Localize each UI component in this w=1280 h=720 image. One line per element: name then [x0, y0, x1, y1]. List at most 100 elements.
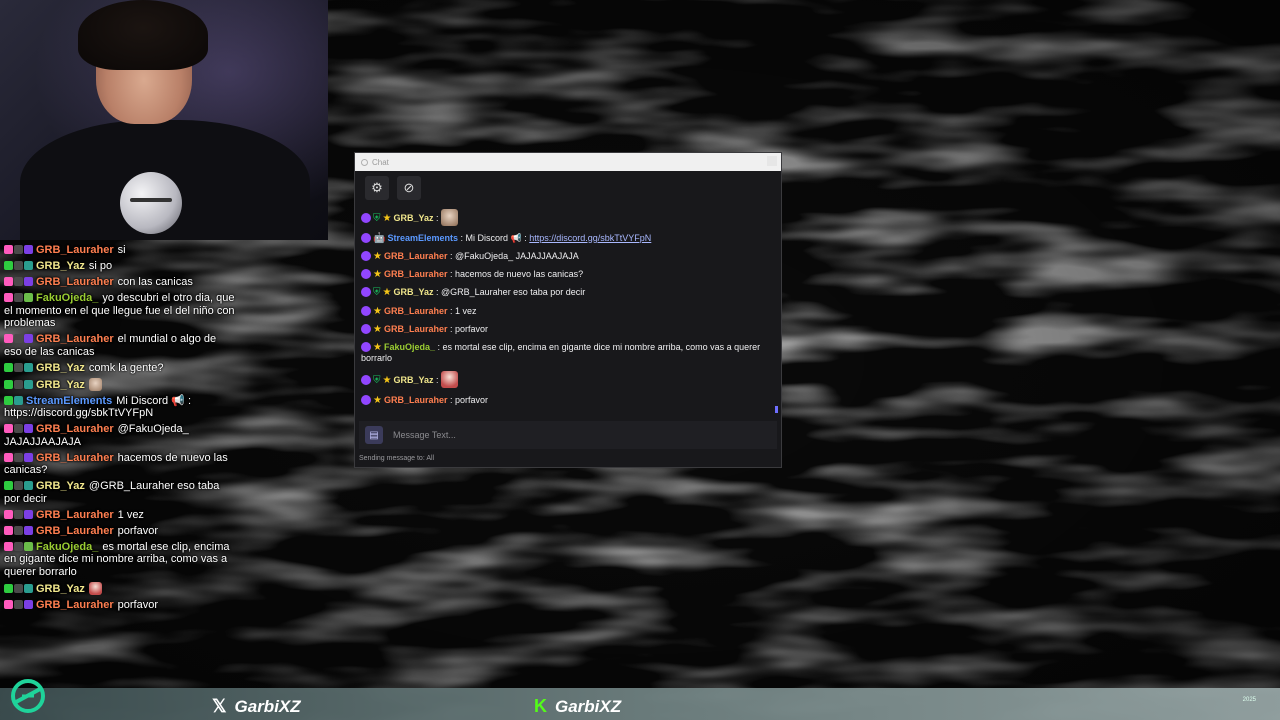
badge-icon [14, 261, 23, 270]
badge-icon [14, 541, 23, 551]
overlay-message-text: si po [88, 260, 113, 272]
overlay-username: GRB_Lauraher [36, 524, 114, 537]
chat-message[interactable]: ★ GRB_Lauraher : porfavor [361, 320, 775, 338]
x-logo-icon: 𝕏 [212, 696, 227, 716]
microphone [120, 172, 182, 234]
chat-separator: : [447, 269, 456, 280]
chat-message[interactable]: ★ GRB_Lauraher : porfavor [361, 392, 775, 410]
message-input-box[interactable]: ▤ [359, 421, 777, 449]
chat-username[interactable]: GRB_Lauraher [384, 395, 448, 405]
settings-button[interactable]: ⚙ [365, 176, 389, 200]
badge-icon [14, 452, 23, 462]
star-badge-icon: ★ [382, 287, 392, 299]
close-icon[interactable] [767, 156, 777, 166]
message-input[interactable] [383, 430, 777, 440]
twitch-badge-icon [361, 375, 371, 386]
chat-message[interactable]: ★ GRB_Lauraher : 1 vez [361, 302, 775, 320]
chat-message[interactable]: ★ GRB_Lauraher : hacemos de nuevo las can… [361, 266, 775, 284]
chat-username[interactable]: GRB_Lauraher [384, 306, 448, 316]
gear-icon: ⚙ [371, 180, 383, 195]
chat-username[interactable]: GRB_Yaz [393, 213, 433, 223]
star-badge-icon: ★ [373, 250, 382, 262]
badge-icon [4, 509, 13, 519]
chat-message-list[interactable]: ⛨ ★ GRB_Yaz : 🤖 StreamElements : Mi Discord… [355, 205, 781, 417]
overlay-badges [4, 245, 33, 254]
chat-link[interactable]: https://discord.gg/sbkTtVYFpN [529, 233, 651, 243]
overlay-username: GRB_Lauraher [36, 244, 114, 256]
badge-icon [24, 424, 33, 433]
chat-message[interactable]: 🤖 StreamElements : Mi Discord 📢 : https:/… [361, 229, 775, 247]
overlay-badges [4, 599, 33, 609]
chat-message[interactable]: ★ FakuOjeda_ : es mortal ese clip, encima… [361, 338, 775, 367]
chat-message[interactable]: ⛨ ★ GRB_Yaz : [361, 368, 775, 392]
bot-badge-icon: 🤖 [373, 232, 386, 244]
overlay-badges [4, 452, 33, 462]
chat-username[interactable]: StreamElements [387, 233, 458, 243]
badge-icon [4, 452, 13, 462]
overlay-badges [4, 379, 33, 389]
badge-icon [24, 245, 33, 254]
overlay-badges [4, 362, 33, 372]
badge-icon [14, 583, 23, 593]
kick-handle-text: GarbiXZ [555, 696, 622, 716]
chat-message[interactable]: ⛨ ★ GRB_Yaz : @GRB_Lauraher eso taba por d… [361, 284, 775, 302]
overlay-badges [4, 395, 23, 405]
overlay-badges [4, 541, 33, 551]
badge-icon [4, 424, 13, 433]
twitch-badge-icon [361, 269, 371, 280]
webcam-feed [0, 0, 328, 240]
overlay-chat-message: GRB_Yaz si po [4, 260, 236, 273]
kick-handle: K GarbiXZ [534, 696, 621, 717]
badge-icon [24, 525, 33, 535]
chat-separator: : [447, 323, 456, 334]
shield-badge-icon: ⛨ [373, 287, 381, 299]
overlay-message-text: porfavor [117, 524, 158, 537]
mod-view-button[interactable]: ⊘ [397, 176, 421, 200]
twitch-badge-icon [361, 287, 371, 298]
overlay-chat-message: FakuOjeda_ es mortal ese clip, encima en … [4, 541, 236, 579]
chat-username[interactable]: GRB_Lauraher [384, 251, 448, 261]
chat-bubble-icon[interactable]: ▤ [365, 426, 383, 444]
overlay-message-text: comk la gente? [88, 361, 164, 374]
overlay-chat-message: GRB_Lauraher si [4, 244, 236, 257]
chat-username[interactable]: GRB_Lauraher [384, 269, 448, 279]
compass-icon: ⊘ [403, 180, 415, 195]
channel-logo [11, 679, 45, 713]
overlay-badges [4, 293, 33, 302]
twitter-handle-text: GarbiXZ [234, 696, 301, 716]
overlay-badges [4, 583, 33, 593]
chat-username[interactable]: GRB_Lauraher [384, 324, 448, 334]
overlay-chat-message: GRB_Lauraher con las canicas [4, 276, 236, 289]
overlay-username: GRB_Yaz [36, 480, 85, 492]
star-badge-icon: ★ [382, 375, 392, 387]
badge-icon [14, 379, 23, 389]
chat-username[interactable]: GRB_Yaz [393, 375, 433, 385]
overlay-username: GRB_Yaz [36, 361, 85, 374]
overlay-username: GRB_Yaz [36, 260, 85, 272]
twitch-badge-icon [361, 395, 371, 406]
star-badge-icon: ★ [382, 212, 392, 224]
twitter-handle: 𝕏 GarbiXZ [212, 696, 301, 717]
badge-icon [4, 362, 13, 372]
overlay-badges [4, 334, 33, 343]
chat-username[interactable]: GRB_Yaz [393, 287, 433, 297]
badge-icon [4, 583, 13, 593]
overlay-chat-message: GRB_Lauraher el mundial o algo de eso de … [4, 333, 236, 358]
overlay-chat-message: GRB_Yaz [4, 377, 236, 392]
badge-icon [14, 509, 23, 519]
chat-username[interactable]: FakuOjeda_ [384, 342, 435, 352]
badge-icon [24, 452, 33, 462]
chat-window-titlebar[interactable]: Chat [355, 153, 781, 171]
badge-icon [14, 334, 23, 343]
chat-scrollbar[interactable] [775, 406, 778, 413]
badge-icon [4, 541, 13, 551]
chat-message-text: Mi Discord 📢 : [465, 232, 530, 243]
badge-icon [14, 481, 23, 490]
chat-message[interactable]: ★ GRB_Lauraher : @FakuOjeda_ JAJAJJAAJAJA [361, 247, 775, 265]
overlay-chat-message: GRB_Lauraher porfavor [4, 525, 236, 538]
overlay-badges [4, 525, 33, 535]
chat-window[interactable]: Chat ⚙ ⊘ ⛨ ★ GRB_Yaz : 🤖 StreamElements : M… [354, 152, 782, 468]
kick-logo-icon: K [534, 696, 547, 716]
chat-message[interactable]: ⛨ ★ GRB_Yaz : [361, 205, 775, 229]
overlay-chat-message: GRB_Yaz [4, 581, 236, 596]
